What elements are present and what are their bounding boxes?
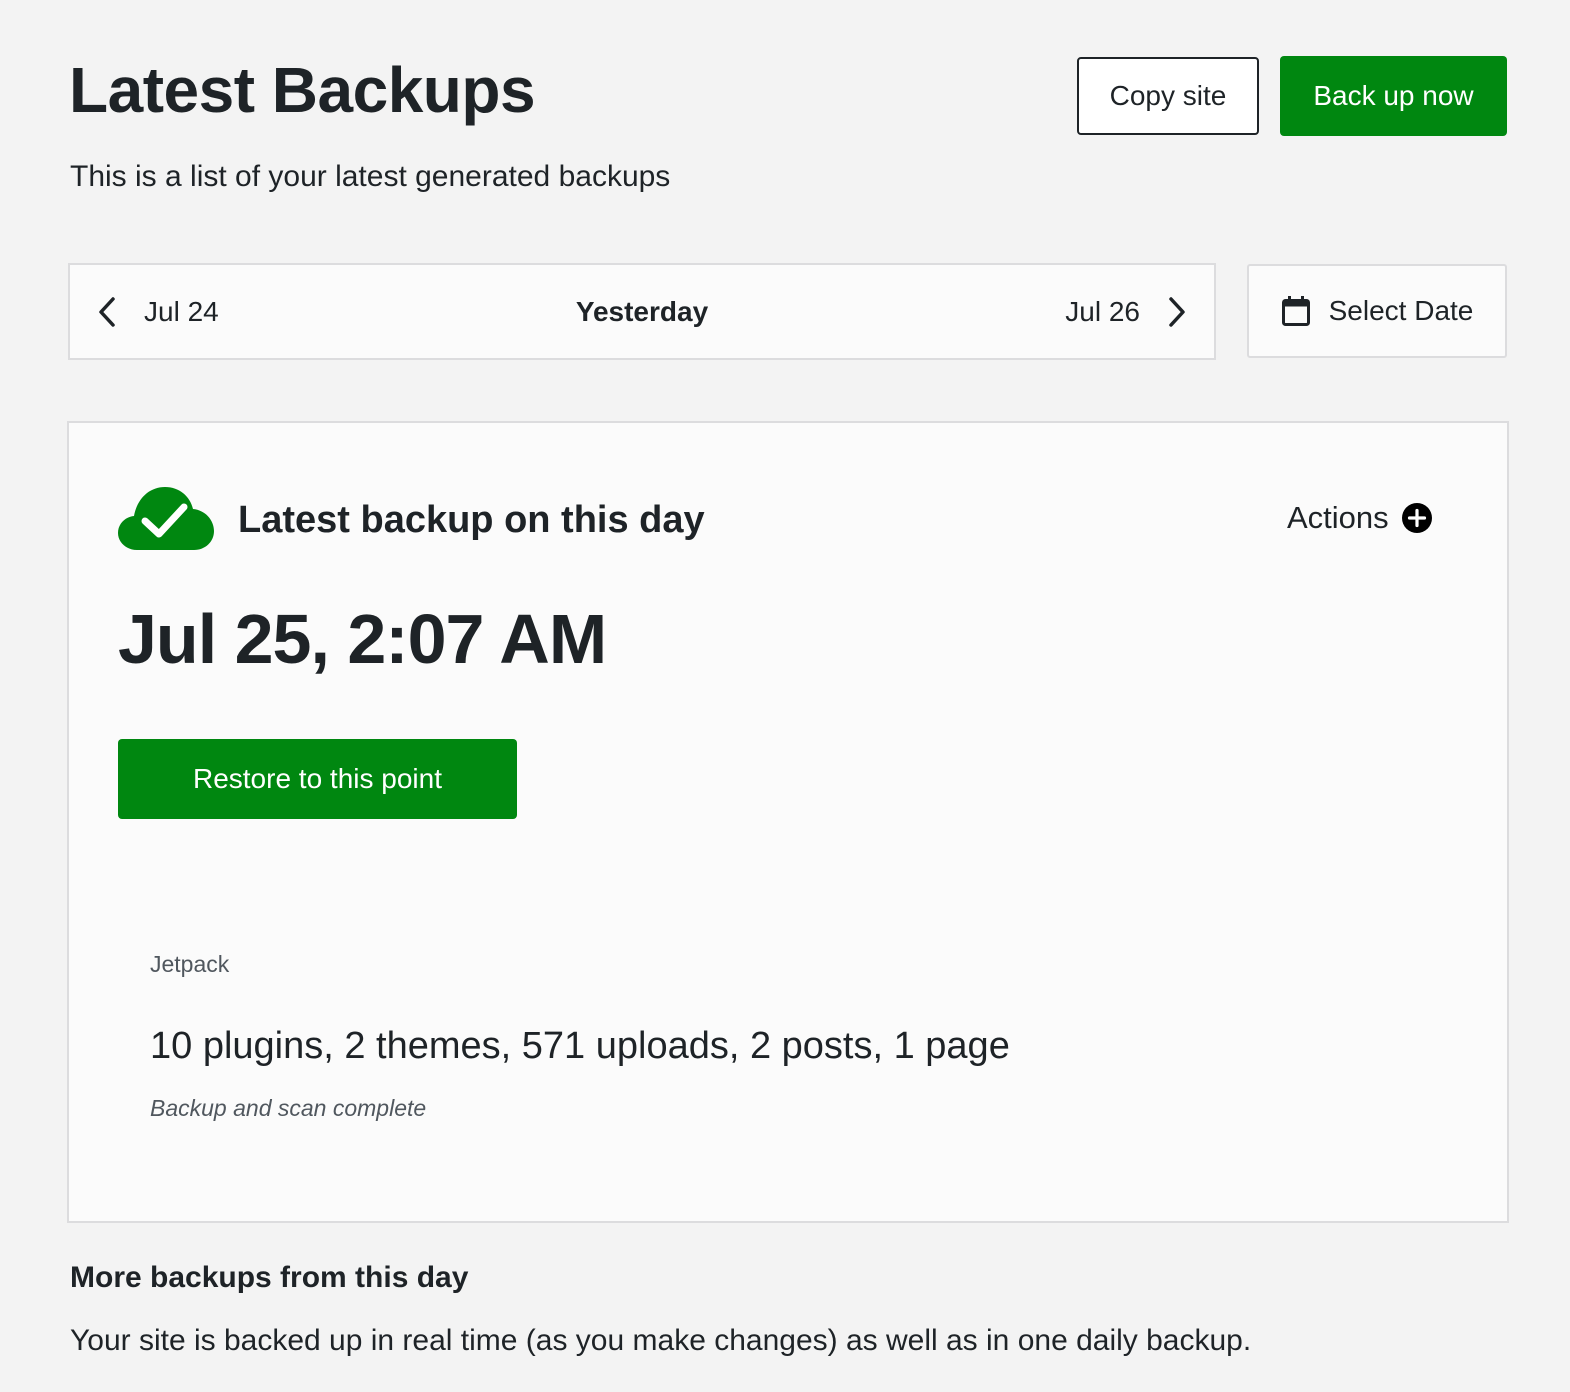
copy-site-button[interactable]: Copy site bbox=[1077, 57, 1259, 135]
next-day-button[interactable]: Jul 26 bbox=[1065, 265, 1190, 358]
page-subtitle: This is a list of your latest generated … bbox=[70, 160, 671, 193]
select-date-button[interactable]: Select Date bbox=[1247, 264, 1507, 358]
previous-day-label: Jul 24 bbox=[144, 295, 219, 327]
backup-timestamp: Jul 25, 2:07 AM bbox=[118, 600, 607, 678]
latest-backup-card: Latest backup on this day Actions Jul 25… bbox=[67, 421, 1509, 1223]
back-up-now-button[interactable]: Back up now bbox=[1280, 56, 1507, 136]
current-day-label: Yesterday bbox=[575, 295, 709, 327]
backup-source-label: Jetpack bbox=[150, 951, 230, 977]
more-backups-description: Your site is backed up in real time (as … bbox=[70, 1324, 1252, 1357]
select-date-label: Select Date bbox=[1328, 295, 1474, 326]
chevron-right-icon bbox=[1169, 296, 1185, 327]
calendar-icon bbox=[1281, 296, 1310, 326]
actions-menu-button[interactable]: Actions bbox=[1287, 497, 1433, 539]
actions-label: Actions bbox=[1287, 500, 1389, 535]
backup-contents-summary: 10 plugins, 2 themes, 571 uploads, 2 pos… bbox=[150, 1025, 1010, 1067]
page-title: Latest Backups bbox=[69, 54, 536, 126]
backup-status-text: Backup and scan complete bbox=[150, 1095, 427, 1121]
restore-button[interactable]: Restore to this point bbox=[118, 739, 517, 819]
chevron-left-icon bbox=[99, 296, 115, 327]
cloud-check-icon bbox=[118, 487, 214, 550]
previous-day-button[interactable]: Jul 24 bbox=[94, 265, 219, 358]
date-navigator: Jul 24 Yesterday Jul 26 bbox=[68, 263, 1216, 360]
more-backups-title: More backups from this day bbox=[70, 1261, 469, 1294]
latest-backup-heading: Latest backup on this day bbox=[238, 499, 705, 541]
next-day-label: Jul 26 bbox=[1065, 295, 1140, 327]
plus-circle-icon bbox=[1401, 503, 1432, 533]
